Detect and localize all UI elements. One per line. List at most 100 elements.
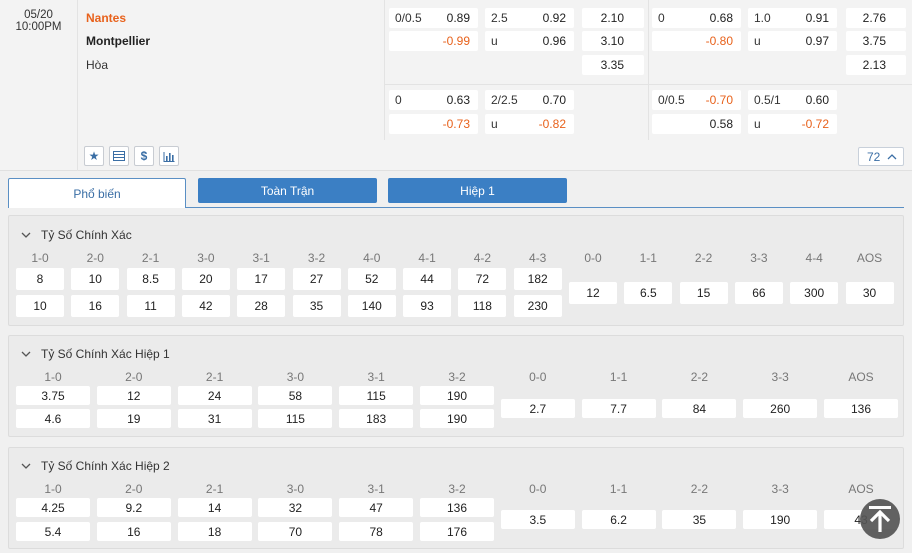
more-markets-button[interactable]: 72 bbox=[858, 147, 904, 166]
panel-title[interactable]: Tỷ Số Chính Xác Hiệp 2 bbox=[21, 459, 170, 473]
odds-cell[interactable]: u 0.96 bbox=[485, 31, 574, 51]
odds-box-home[interactable]: 20 bbox=[181, 268, 230, 290]
odds-box-home[interactable]: 190 bbox=[420, 386, 494, 405]
panel-title[interactable]: Tỷ Số Chính Xác Hiệp 1 bbox=[21, 347, 170, 361]
odds-cell[interactable]: -0.80 bbox=[652, 31, 741, 51]
odds-box-home[interactable]: 27 bbox=[292, 268, 341, 290]
dollar-icon[interactable]: $ bbox=[134, 146, 154, 166]
odds-box-home[interactable]: 182 bbox=[513, 268, 562, 290]
odds-box-away[interactable]: 4.6 bbox=[16, 409, 90, 428]
panel-title[interactable]: Tỷ Số Chính Xác bbox=[21, 228, 132, 242]
odds-box-draw[interactable]: 15 bbox=[679, 282, 728, 304]
odds-box-home[interactable]: 3.75 bbox=[16, 386, 90, 405]
list-icon[interactable] bbox=[109, 146, 129, 166]
odds-box-home[interactable]: 52 bbox=[347, 268, 396, 290]
star-icon[interactable]: ★ bbox=[84, 146, 104, 166]
odds-box-home[interactable]: 58 bbox=[258, 386, 333, 405]
odds-box-away[interactable]: 35 bbox=[292, 295, 341, 317]
odds-cell[interactable]: 0.58 bbox=[652, 114, 741, 134]
odds-box-away[interactable]: 16 bbox=[71, 295, 120, 317]
odds-box-away[interactable]: 183 bbox=[339, 409, 414, 428]
odds-box-home[interactable]: 12 bbox=[96, 386, 171, 405]
odds-box-draw[interactable]: 7.7 bbox=[581, 399, 656, 418]
odds-box-home[interactable]: 136 bbox=[420, 498, 494, 517]
odds-cell-1x2[interactable]: 3.75 bbox=[846, 31, 906, 51]
odds-cell[interactable]: 2/2.5 0.70 bbox=[485, 90, 574, 110]
odds-cell[interactable]: 0 0.68 bbox=[652, 8, 741, 28]
odds-box-draw[interactable]: 2.7 bbox=[500, 399, 575, 418]
odds-box-draw[interactable]: 6.5 bbox=[624, 282, 673, 304]
scroll-to-top-button[interactable] bbox=[860, 499, 900, 539]
odds-box-home[interactable]: 8.5 bbox=[126, 268, 175, 290]
odds-box-away[interactable]: 78 bbox=[339, 522, 414, 541]
odds-box-away[interactable]: 93 bbox=[403, 295, 452, 317]
odds-box-draw[interactable]: 66 bbox=[734, 282, 783, 304]
odds-box-away[interactable]: 190 bbox=[420, 409, 494, 428]
odds-box-away[interactable]: 42 bbox=[181, 295, 230, 317]
odds-box-away[interactable]: 31 bbox=[177, 409, 252, 428]
odds-box-draw[interactable]: 260 bbox=[743, 399, 818, 418]
odds-cell-1x2[interactable]: 2.10 bbox=[582, 8, 644, 28]
odds-box-home[interactable]: 9.2 bbox=[96, 498, 171, 517]
odds-box-away[interactable]: 118 bbox=[458, 295, 507, 317]
odds-box-away[interactable]: 115 bbox=[258, 409, 333, 428]
odds-cell[interactable]: u 0.97 bbox=[748, 31, 837, 51]
odds-box-away[interactable]: 11 bbox=[126, 295, 175, 317]
odds-box-home[interactable]: 24 bbox=[177, 386, 252, 405]
odds-box-away[interactable]: 19 bbox=[96, 409, 171, 428]
odds-box-away[interactable]: 70 bbox=[258, 522, 333, 541]
odds-cell[interactable]: 0.5/1 0.60 bbox=[748, 90, 837, 110]
odds-price: -0.73 bbox=[442, 117, 470, 131]
odds-box-home[interactable]: 8 bbox=[16, 268, 64, 290]
tab-popular-label: Phổ biến bbox=[73, 186, 121, 201]
odds-box-home[interactable]: 72 bbox=[458, 268, 507, 290]
odds-box-home[interactable]: 44 bbox=[403, 268, 452, 290]
odds-box-draw[interactable]: 84 bbox=[662, 399, 737, 418]
odds-box-home[interactable]: 10 bbox=[71, 268, 120, 290]
odds-box-away[interactable]: 16 bbox=[96, 522, 171, 541]
odds-box-home[interactable]: 17 bbox=[237, 268, 286, 290]
tab-active-gap bbox=[9, 206, 185, 208]
odds-box-away[interactable]: 18 bbox=[177, 522, 252, 541]
odds-price: 2.76 bbox=[862, 11, 886, 25]
tab-popular[interactable]: Phổ biến bbox=[8, 178, 186, 208]
odds-cell[interactable]: 0 0.63 bbox=[389, 90, 478, 110]
odds-box-away[interactable]: 140 bbox=[347, 295, 396, 317]
odds-cell[interactable]: 0/0.5 0.89 bbox=[389, 8, 478, 28]
odds-box-away[interactable]: 176 bbox=[420, 522, 494, 541]
odds-box-home[interactable]: 115 bbox=[339, 386, 414, 405]
odds-cell[interactable]: -0.99 bbox=[389, 31, 478, 51]
odds-box-draw[interactable]: 6.2 bbox=[581, 510, 656, 529]
odds-cell[interactable]: u -0.82 bbox=[485, 114, 574, 134]
odds-cell-1x2[interactable]: 3.10 bbox=[582, 31, 644, 51]
odds-box-home[interactable]: 32 bbox=[258, 498, 333, 517]
odds-cell[interactable]: 0/0.5 -0.70 bbox=[652, 90, 741, 110]
odds-box-draw[interactable]: 35 bbox=[662, 510, 737, 529]
odds-cell-1x2[interactable]: 3.35 bbox=[582, 55, 644, 75]
odds-box-away[interactable]: 5.4 bbox=[16, 522, 90, 541]
odds-box-draw[interactable]: 190 bbox=[743, 510, 818, 529]
away-team[interactable]: Montpellier bbox=[86, 34, 150, 48]
odds-box-draw[interactable]: 30 bbox=[845, 282, 894, 304]
home-team[interactable]: Nantes bbox=[86, 11, 126, 25]
odds-box-draw[interactable]: 3.5 bbox=[500, 510, 575, 529]
odds-cell[interactable]: 1.0 0.91 bbox=[748, 8, 837, 28]
odds-box-draw[interactable]: 136 bbox=[824, 399, 898, 418]
tab-half1[interactable]: Hiệp 1 bbox=[388, 178, 567, 203]
odds-box-away[interactable]: 28 bbox=[237, 295, 286, 317]
tab-fulltime[interactable]: Toàn Trận bbox=[198, 178, 377, 203]
odds-box-home[interactable]: 47 bbox=[339, 498, 414, 517]
odds-box-away[interactable]: 230 bbox=[513, 295, 562, 317]
odds-box-draw[interactable]: 12 bbox=[569, 282, 617, 304]
odds-cell[interactable]: u -0.72 bbox=[748, 114, 837, 134]
score-header-draw: 4-4 bbox=[805, 251, 823, 265]
odds-box-draw[interactable]: 300 bbox=[790, 282, 839, 304]
odds-box-away[interactable]: 10 bbox=[16, 295, 64, 317]
odds-box-home[interactable]: 14 bbox=[177, 498, 252, 517]
odds-box-home[interactable]: 4.25 bbox=[16, 498, 90, 517]
odds-cell-1x2[interactable]: 2.13 bbox=[846, 55, 906, 75]
odds-cell[interactable]: 2.5 0.92 bbox=[485, 8, 574, 28]
odds-cell-1x2[interactable]: 2.76 bbox=[846, 8, 906, 28]
chart-icon[interactable] bbox=[159, 146, 179, 166]
odds-cell[interactable]: -0.73 bbox=[389, 114, 478, 134]
